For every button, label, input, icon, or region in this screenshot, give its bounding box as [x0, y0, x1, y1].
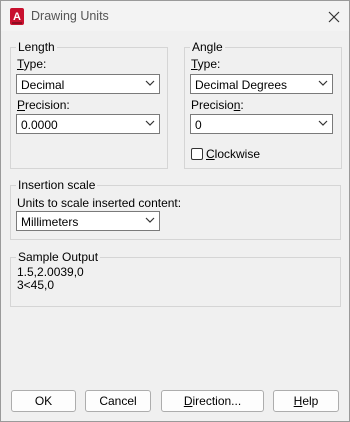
cancel-button[interactable]: Cancel — [85, 390, 151, 412]
help-button[interactable]: Help — [273, 390, 339, 412]
angle-type-dropdown[interactable]: Decimal Degrees — [190, 74, 333, 94]
length-type-dropdown[interactable]: Decimal — [16, 74, 160, 94]
insertion-scale-label: Insertion scale — [16, 178, 98, 192]
sample-output-line-2: 3<45,0 — [17, 278, 55, 292]
insertion-units-value: Millimeters — [21, 215, 79, 229]
direction-button[interactable]: Direction... — [161, 390, 264, 412]
drawing-units-dialog: A Drawing Units Length Type: Decimal Pre… — [0, 0, 350, 422]
chevron-down-icon — [145, 80, 155, 86]
title-bar: A Drawing Units — [1, 1, 349, 31]
angle-precision-value: 0 — [195, 118, 202, 132]
angle-precision-dropdown[interactable]: 0 — [190, 114, 333, 134]
ok-button[interactable]: OK — [11, 390, 76, 412]
svg-text:A: A — [13, 11, 21, 23]
length-type-label: Type: — [17, 57, 47, 71]
angle-type-label: Type: — [191, 57, 221, 71]
sample-output-label: Sample Output — [16, 250, 101, 264]
insertion-units-dropdown[interactable]: Millimeters — [16, 211, 160, 231]
chevron-down-icon — [318, 120, 328, 126]
length-precision-value: 0.0000 — [21, 118, 58, 132]
angle-group-label: Angle — [190, 40, 225, 54]
chevron-down-icon — [145, 217, 155, 223]
chevron-down-icon — [318, 80, 328, 86]
window-title: Drawing Units — [31, 9, 109, 23]
close-icon[interactable] — [323, 7, 345, 27]
chevron-down-icon — [145, 120, 155, 126]
angle-type-value: Decimal Degrees — [195, 78, 288, 92]
length-precision-dropdown[interactable]: 0.0000 — [16, 114, 160, 134]
clockwise-checkbox[interactable] — [191, 148, 203, 160]
length-group-label: Length — [16, 40, 57, 54]
units-to-scale-label: Units to scale inserted content: — [17, 196, 182, 210]
clockwise-label[interactable]: Clockwise — [206, 147, 260, 161]
angle-precision-label: Precision: — [191, 98, 244, 112]
autocad-a-icon: A — [10, 8, 24, 25]
length-type-value: Decimal — [21, 78, 65, 92]
length-precision-label: Precision: — [17, 98, 70, 112]
